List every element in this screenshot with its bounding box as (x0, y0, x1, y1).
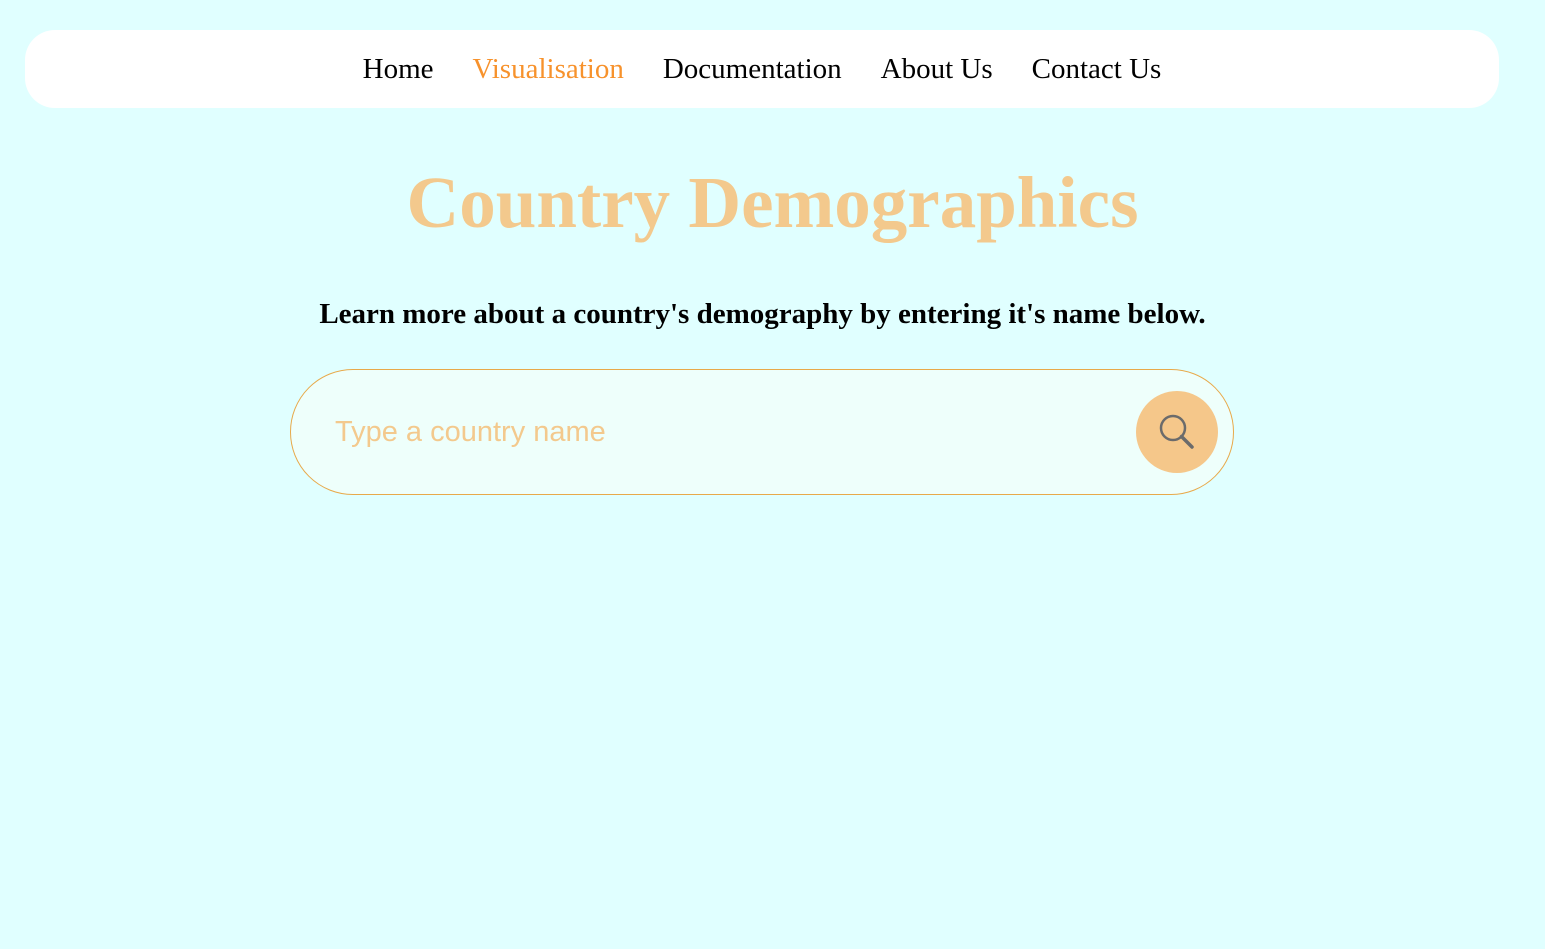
search-bar (290, 369, 1234, 495)
country-search-input[interactable] (335, 408, 1115, 456)
nav-contact-us-link[interactable]: Contact Us (1032, 53, 1162, 86)
nav-documentation-link[interactable]: Documentation (663, 53, 842, 86)
page-title: Country Demographics (406, 162, 1139, 243)
search-button[interactable] (1136, 391, 1218, 473)
search-icon (1159, 414, 1194, 449)
nav-about-us-link[interactable]: About Us (881, 53, 993, 86)
nav-visualisation-link[interactable]: Visualisation (473, 53, 624, 86)
page-subtitle: Learn more about a country's demography … (319, 298, 1206, 330)
nav-home-link[interactable]: Home (363, 53, 434, 86)
top-navbar: Home Visualisation Documentation About U… (25, 30, 1499, 108)
